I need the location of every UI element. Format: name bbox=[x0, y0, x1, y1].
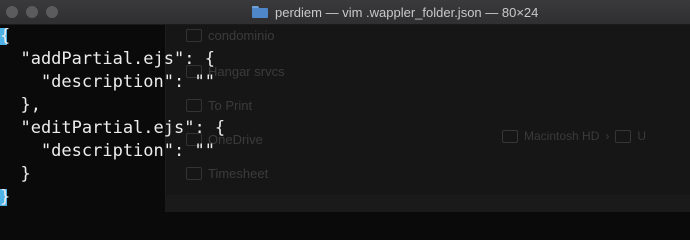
window-title: perdiem — vim .wappler_folder.json — 80×… bbox=[252, 3, 538, 21]
close-button[interactable] bbox=[6, 6, 18, 18]
code-line: }, bbox=[0, 95, 41, 115]
code-line: } bbox=[0, 164, 31, 184]
code-line: "editPartial.ejs": { bbox=[0, 118, 226, 138]
code-line: "addPartial.ejs": { bbox=[0, 49, 215, 69]
code-line: } bbox=[0, 187, 11, 207]
zoom-button[interactable] bbox=[46, 6, 58, 18]
title-bar: perdiem — vim .wappler_folder.json — 80×… bbox=[0, 0, 690, 25]
minimize-button[interactable] bbox=[26, 6, 38, 18]
window-title-text: perdiem — vim .wappler_folder.json — 80×… bbox=[275, 4, 539, 20]
code-line: { bbox=[0, 26, 11, 46]
code-line: "description": "" bbox=[0, 72, 215, 92]
terminal-editor[interactable]: { "addPartial.ejs": { "description": "" … bbox=[0, 25, 690, 212]
code-line: "description": "" bbox=[0, 141, 215, 161]
folder-icon bbox=[252, 6, 268, 18]
